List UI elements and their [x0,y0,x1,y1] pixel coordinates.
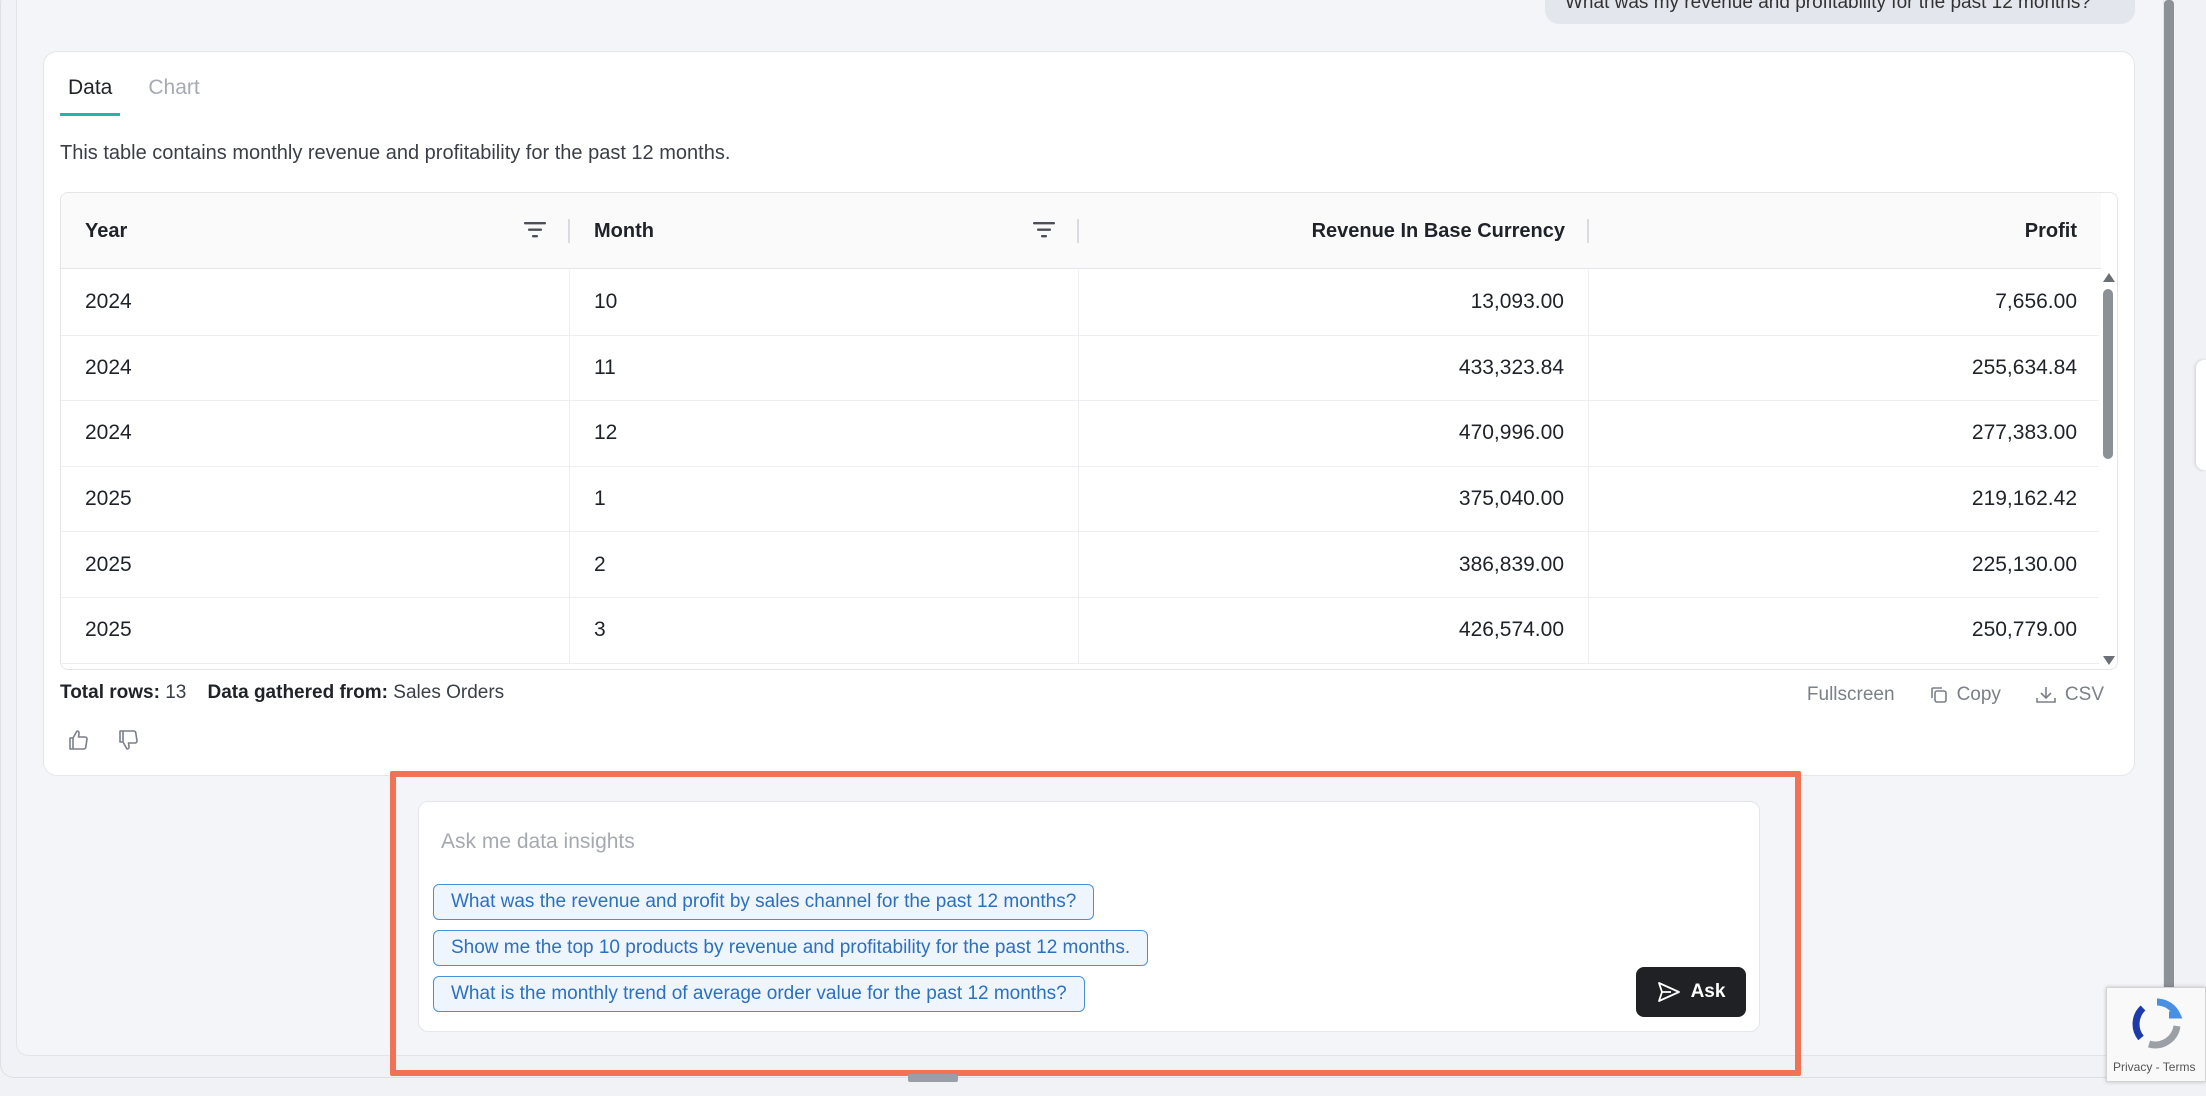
total-rows-label: Total rows: [60,682,160,703]
recaptcha-badge[interactable]: Privacy - Terms [2106,987,2206,1082]
cell-profit: 225,130.00 [1971,552,2077,576]
download-icon [2036,687,2056,703]
suggestion-chip[interactable]: What is the monthly trend of average ord… [433,976,1085,1012]
tab-chart[interactable]: Chart [140,72,207,116]
table-row: 2025 1 375,040.00 219,162.42 [61,466,2101,533]
cell-month: 2 [570,532,1079,597]
cell-revenue: 470,996.00 [1079,401,1589,466]
cell-profit: 255,634.84 [1971,355,2077,379]
cell-month: 10 [570,270,1079,335]
cell-month: 3 [570,597,1079,663]
table-scrollbar[interactable] [2099,269,2117,669]
recaptcha-privacy-link[interactable]: Privacy [2113,1060,2152,1074]
csv-label: CSV [2064,684,2104,705]
cell-revenue: 433,323.84 [1079,335,1589,401]
result-tabs: Data Chart [60,72,228,116]
recaptcha-icon [2132,998,2183,1049]
ask-panel: What was the revenue and profit by sales… [418,801,1760,1032]
suggestion-chip[interactable]: Show me the top 10 products by revenue a… [433,930,1149,966]
data-table: Year Month Revenue In Base Currency Prof… [60,192,2118,670]
scroll-up-arrow-icon[interactable] [2103,273,2115,282]
table-header: Year Month Revenue In Base Currency Prof… [61,193,2101,269]
column-header-label: Profit [2024,219,2077,242]
data-source-label: Data gathered from: [207,682,389,703]
scroll-thumb[interactable] [2103,289,2113,459]
result-card: Data Chart This table contains monthly r… [43,51,2135,776]
recaptcha-links: Privacy - Terms [2113,1060,2195,1074]
thumbs-down-icon[interactable] [116,728,140,752]
ask-button-label: Ask [1690,981,1726,1002]
copy-icon [1930,687,1947,703]
cell-revenue: 386,839.00 [1079,532,1589,597]
column-header-profit: Profit [1589,193,2101,269]
cell-year: 2024 [61,335,570,401]
table-row: 2024 11 433,323.84 255,634.84 [61,335,2101,402]
suggestion-chip[interactable]: What was the revenue and profit by sales… [433,884,1095,920]
table-row: 2024 12 470,996.00 277,383.00 [61,401,2101,467]
column-header-label: Month [594,219,654,242]
cell-profit: 219,162.42 [1971,487,2077,511]
cell-year: 2025 [61,466,570,532]
cell-profit: 277,383.00 [1971,421,2077,445]
cell-year: 2024 [61,270,570,335]
cell-profit: 250,779.00 [1971,618,2077,642]
copy-label: Copy [1956,684,2001,705]
cell-revenue: 375,040.00 [1079,466,1589,532]
cell-month: 11 [570,335,1079,401]
filter-icon[interactable] [524,221,546,239]
data-source-value: Sales Orders [393,682,505,703]
column-header-label: Revenue In Base Currency [1311,219,1565,242]
thumbs-up-icon[interactable] [66,728,90,752]
fullscreen-label: Fullscreen [1806,684,1895,705]
filter-icon[interactable] [1033,221,1055,239]
page-scrollbar[interactable] [2164,0,2174,1070]
table-footer-info: Total rows: 13 Data gathered from: Sales… [60,682,504,704]
column-header-month: Month [570,193,1079,269]
scroll-down-arrow-icon[interactable] [2103,656,2115,665]
table-row: 2025 2 386,839.00 225,130.00 [61,532,2101,598]
recaptcha-separator: - [2152,1060,2163,1074]
cell-month: 12 [570,401,1079,466]
send-icon [1657,982,1680,1002]
csv-download-button[interactable]: CSV [2035,684,2104,706]
fullscreen-button[interactable]: Fullscreen [1807,684,1895,706]
side-panel-tab[interactable] [2196,360,2206,470]
copy-button[interactable]: Copy [1929,684,2001,706]
cell-year: 2025 [61,597,570,663]
ask-input[interactable] [441,824,1541,860]
ask-button[interactable]: Ask [1636,967,1746,1017]
tab-data[interactable]: Data [60,72,121,116]
column-header-revenue: Revenue In Base Currency [1079,193,1589,269]
cell-profit: 7,656.00 [1995,290,2077,314]
cell-month: 1 [570,466,1079,532]
cell-year: 2024 [61,401,570,466]
recaptcha-terms-link[interactable]: Terms [2163,1060,2196,1074]
feedback-buttons [66,728,140,752]
table-body: 2024 10 13,093.00 7,656.00 2024 11 433,3… [61,270,2101,664]
column-header-year: Year [61,193,570,269]
cell-year: 2025 [61,532,570,597]
table-description: This table contains monthly revenue and … [60,142,731,164]
user-message-bubble: What was my revenue and profitability fo… [1545,0,2135,24]
table-row: 2024 10 13,093.00 7,656.00 [61,270,2101,336]
column-header-label: Year [85,219,128,242]
total-rows-value: 13 [165,682,187,703]
cell-revenue: 426,574.00 [1079,597,1589,663]
resize-grip[interactable] [908,1074,958,1082]
table-actions: Fullscreen Copy CSV [1807,684,2104,706]
cell-revenue: 13,093.00 [1079,270,1589,335]
table-row: 2025 3 426,574.00 250,779.00 [61,597,2101,664]
